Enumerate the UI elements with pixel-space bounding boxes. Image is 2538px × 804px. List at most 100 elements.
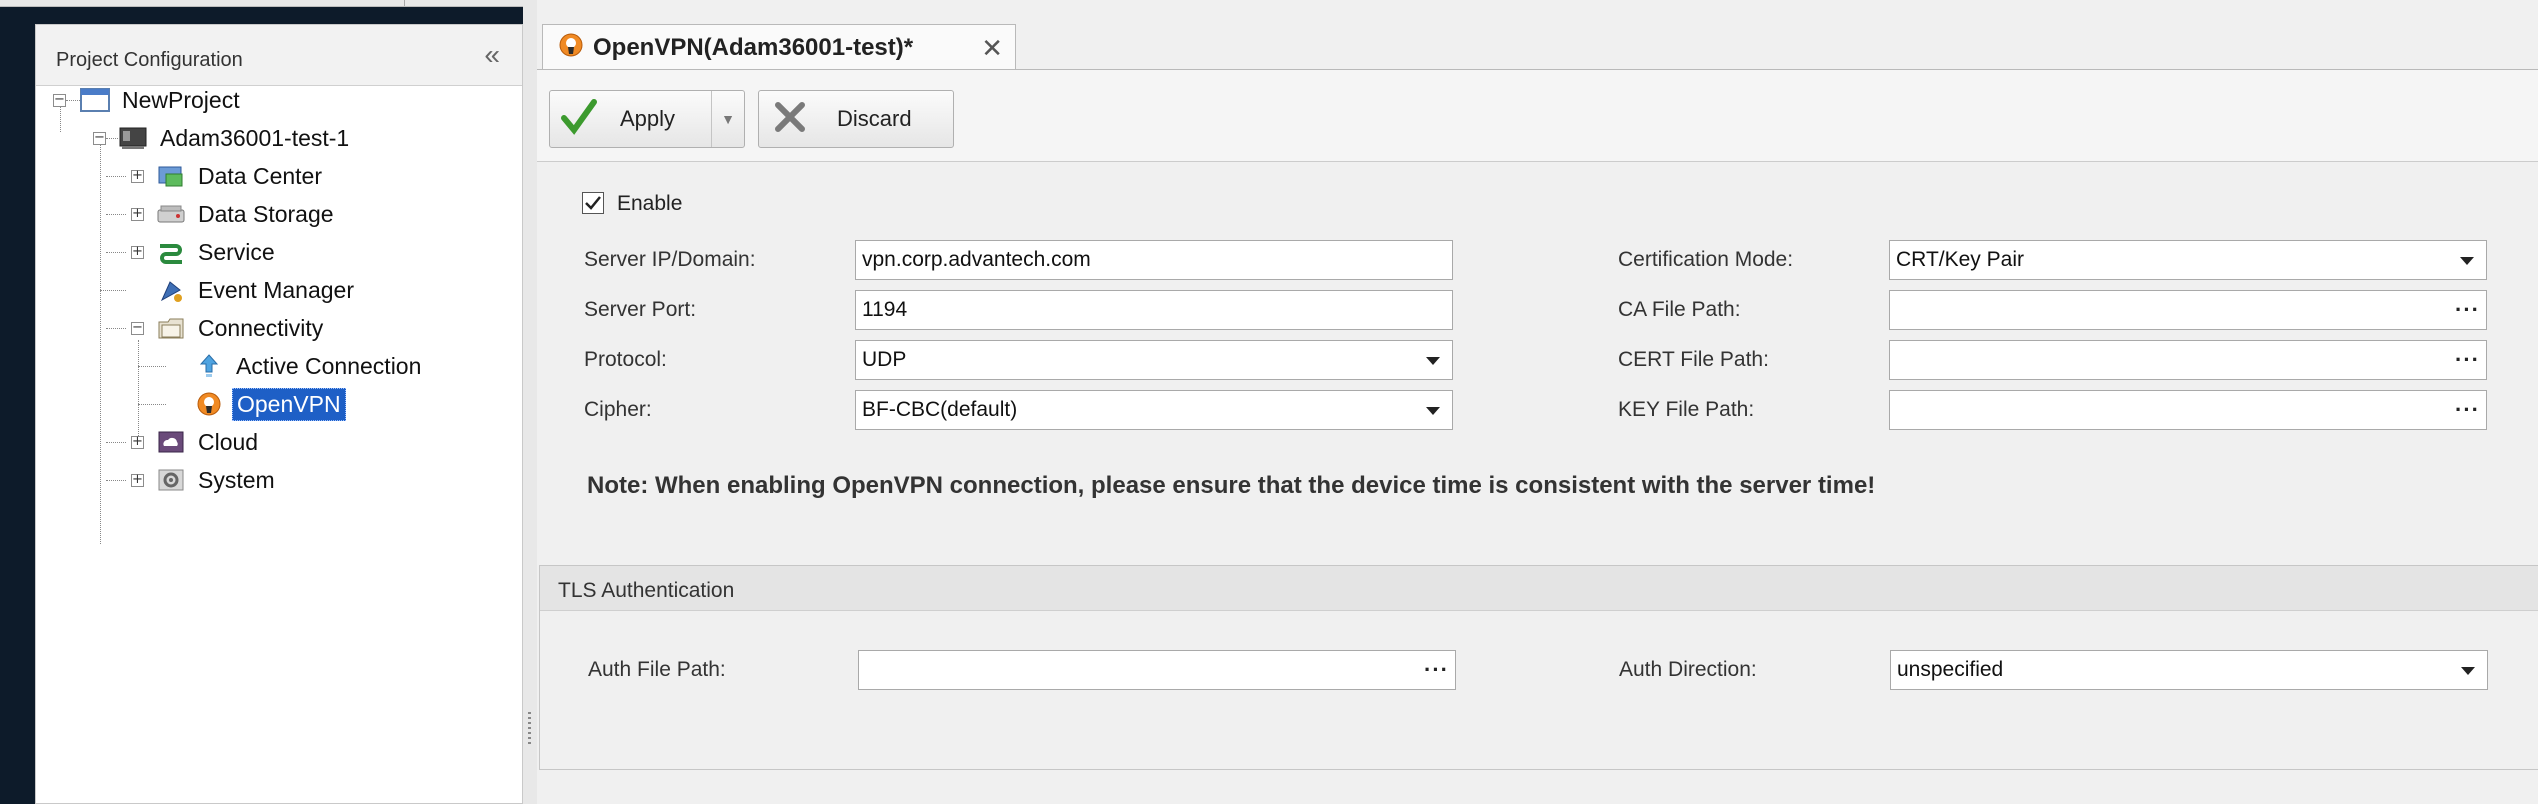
event-manager-icon	[156, 276, 186, 304]
collapse-expander[interactable]: −	[93, 131, 106, 145]
cipher-label: Cipher:	[584, 398, 652, 421]
tree-node-service[interactable]: Service	[156, 235, 279, 269]
protocol-select[interactable]: UDP	[855, 340, 1453, 380]
toolbar: Apply ▼ Discard	[537, 70, 2538, 162]
tree-node-label: Data Center	[198, 162, 323, 189]
apply-dropdown-arrow[interactable]: ▼	[711, 91, 744, 147]
document-tab-strip: OpenVPN(Adam36001-test)* ✕	[537, 6, 2538, 70]
cert-file-path-label: CERT File Path:	[1618, 348, 1769, 371]
tree-node-openvpn[interactable]: OpenVPN	[194, 387, 346, 421]
time-sync-note: Note: When enabling OpenVPN connection, …	[587, 472, 1876, 499]
ca-file-path-label: CA File Path:	[1618, 298, 1741, 321]
browse-ca-button[interactable]: ···	[2455, 291, 2480, 329]
tree-line	[106, 252, 126, 253]
tree-node-label: Event Manager	[198, 276, 354, 303]
tree-line	[138, 340, 139, 440]
tree-node-label: Data Storage	[198, 200, 334, 227]
ca-file-path-field[interactable]: ···	[1889, 290, 2487, 330]
apply-button[interactable]: Apply ▼	[549, 90, 745, 148]
tree-line	[106, 214, 126, 215]
server-port-field[interactable]: 1194	[855, 290, 1453, 330]
tree-line	[100, 290, 126, 291]
panel-header: Project Configuration «	[36, 25, 522, 86]
checkmark-icon	[560, 98, 598, 141]
collapse-expander[interactable]: −	[131, 321, 144, 335]
auth-file-path-label: Auth File Path:	[588, 658, 726, 681]
tree-node-label: System	[198, 466, 275, 493]
certification-mode-select[interactable]: CRT/Key Pair	[1889, 240, 2487, 280]
tree-line	[106, 480, 126, 481]
expand-expander[interactable]: +	[131, 473, 144, 487]
discard-label: Discard	[837, 106, 912, 131]
server-port-label: Server Port:	[584, 298, 697, 321]
tree-line	[106, 138, 118, 139]
gear-icon	[156, 466, 186, 494]
openvpn-editor: OpenVPN(Adam36001-test)* ✕ Apply ▼ Disca…	[537, 0, 2538, 804]
expand-expander[interactable]: +	[131, 169, 144, 183]
tree-node-cloud[interactable]: Cloud	[156, 425, 262, 459]
browse-cert-button[interactable]: ···	[2455, 341, 2480, 379]
tree-node-label: NewProject	[122, 86, 240, 113]
auth-direction-label: Auth Direction:	[1619, 658, 1757, 681]
auth-file-path-field[interactable]: ···	[858, 650, 1456, 690]
data-storage-icon	[156, 200, 186, 228]
expand-expander[interactable]: +	[131, 207, 144, 221]
data-center-icon	[156, 162, 186, 190]
panel-title: Project Configuration	[56, 49, 243, 71]
tree-node-label: Connectivity	[198, 314, 324, 341]
tree-line	[106, 176, 126, 177]
expand-expander[interactable]: +	[131, 435, 144, 449]
collapse-expander[interactable]: −	[53, 93, 66, 107]
cloud-icon	[156, 428, 186, 456]
tree-node-system[interactable]: System	[156, 463, 279, 497]
tree-node-event-manager[interactable]: Event Manager	[156, 273, 358, 307]
tab-title: OpenVPN(Adam36001-test)*	[593, 33, 914, 61]
discard-button[interactable]: Discard	[758, 90, 954, 148]
project-window-icon	[80, 86, 110, 114]
tree-node-label: Cloud	[198, 428, 259, 455]
tree-node-label: OpenVPN	[232, 387, 346, 421]
collapse-panel-button[interactable]: «	[484, 41, 500, 69]
close-tab-button[interactable]: ✕	[981, 33, 1003, 64]
browse-key-button[interactable]: ···	[2455, 391, 2480, 429]
panel-splitter[interactable]	[523, 0, 537, 804]
tree-line	[60, 106, 61, 132]
server-ip-label: Server IP/Domain:	[584, 248, 756, 271]
tree-node-data-center[interactable]: Data Center	[156, 159, 326, 193]
tab-openvpn[interactable]: OpenVPN(Adam36001-test)* ✕	[542, 24, 1016, 70]
tree-node-label: Adam36001-test-1	[160, 124, 350, 151]
server-ip-field[interactable]: vpn.corp.advantech.com	[855, 240, 1453, 280]
expand-expander[interactable]: +	[131, 245, 144, 259]
tls-group-title: TLS Authentication	[558, 579, 735, 602]
tree-node-data-storage[interactable]: Data Storage	[156, 197, 338, 231]
auth-direction-select[interactable]: unspecified	[1890, 650, 2488, 690]
browse-auth-button[interactable]: ···	[1424, 651, 1449, 689]
tls-authentication-group: TLS Authentication Auth File Path: ··· A…	[539, 565, 2538, 770]
tree-line	[138, 366, 166, 367]
device-icon	[118, 124, 148, 152]
tree-node-connectivity[interactable]: Connectivity	[156, 311, 327, 345]
enable-checkbox[interactable]	[582, 192, 604, 214]
key-file-path-label: KEY File Path:	[1618, 398, 1755, 421]
active-connection-icon	[194, 352, 224, 380]
tree-line	[66, 100, 80, 101]
openvpn-icon	[557, 31, 585, 64]
cert-file-path-field[interactable]: ···	[1889, 340, 2487, 380]
tls-group-header: TLS Authentication	[540, 566, 2538, 611]
tree-node-active-connection[interactable]: Active Connection	[194, 349, 425, 383]
tree-node-label: Service	[198, 238, 275, 265]
tree-line	[138, 404, 166, 405]
connectivity-folder-icon	[156, 314, 186, 342]
tree-line	[106, 328, 126, 329]
certification-mode-label: Certification Mode:	[1618, 248, 1794, 271]
service-icon	[156, 238, 186, 266]
project-configuration-panel: Project Configuration « − − + + + − + +	[35, 24, 523, 804]
enable-label: Enable	[617, 192, 683, 215]
splitter-grip[interactable]	[528, 712, 531, 744]
apply-label: Apply	[620, 106, 676, 131]
tree-node-newproject[interactable]: NewProject	[80, 83, 244, 117]
tree-node-device[interactable]: Adam36001-test-1	[118, 121, 353, 155]
cipher-select[interactable]: BF-CBC(default)	[855, 390, 1453, 430]
key-file-path-field[interactable]: ···	[1889, 390, 2487, 430]
openvpn-form: Enable Server IP/Domain: vpn.corp.advant…	[537, 162, 2538, 562]
